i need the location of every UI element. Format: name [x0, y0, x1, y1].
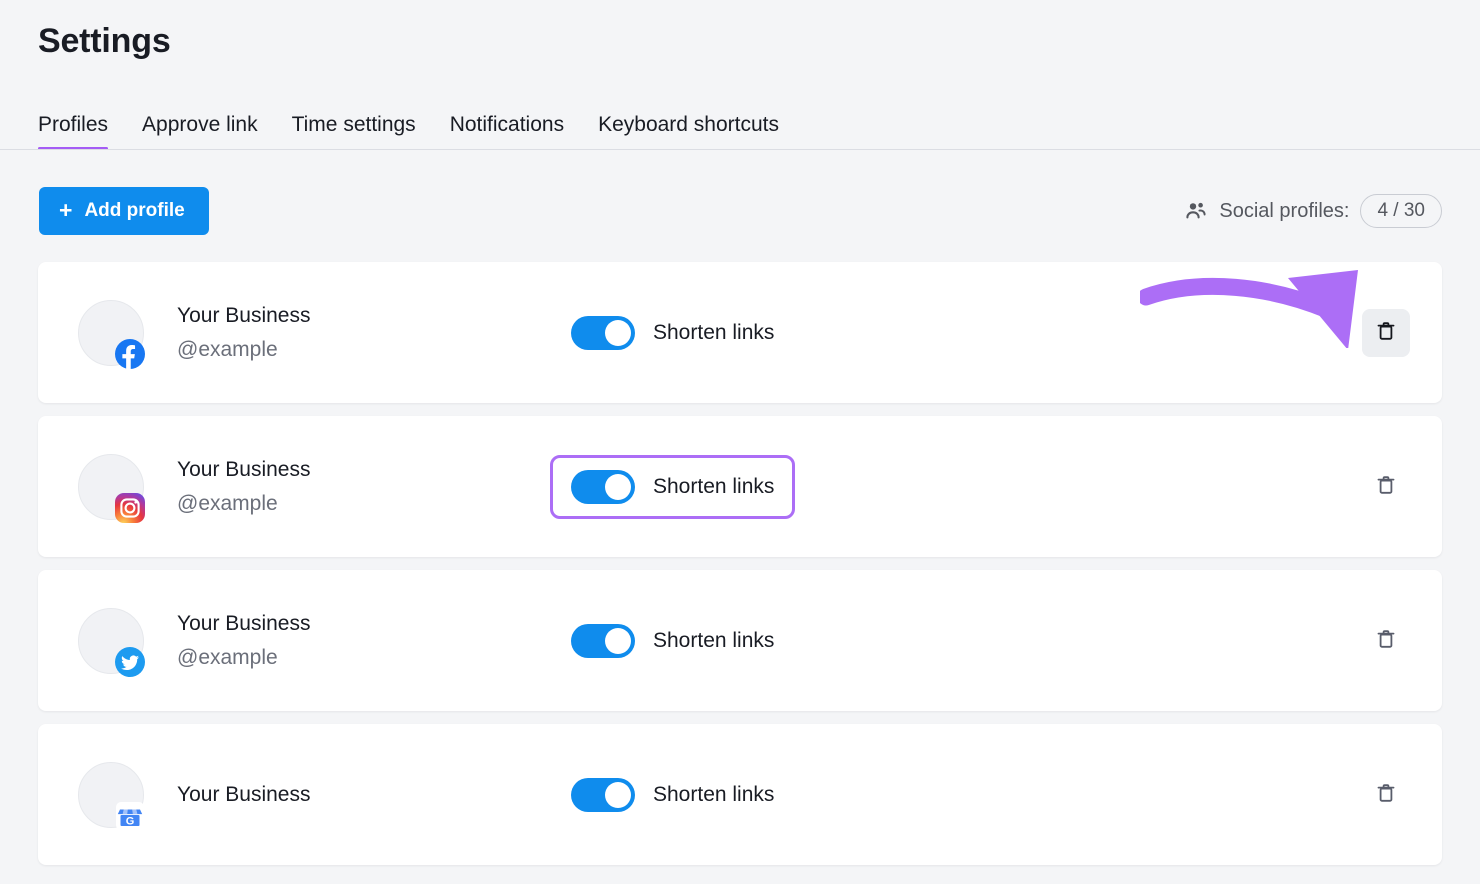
profiles-list: Your Business @example Shorten links — [38, 262, 1442, 878]
add-profile-button[interactable]: + Add profile — [39, 187, 209, 235]
settings-page: Settings Profiles Approve link Time sett… — [0, 0, 1480, 884]
svg-text:G: G — [126, 815, 135, 827]
trash-icon — [1374, 781, 1398, 808]
trash-icon — [1374, 627, 1398, 654]
avatar — [78, 608, 144, 674]
twitter-icon — [114, 646, 146, 678]
profile-row-google-business[interactable]: G Your Business Shorten links — [38, 724, 1442, 865]
shorten-links-toggle[interactable] — [571, 624, 635, 658]
profile-handle: @example — [177, 490, 477, 518]
profile-row-twitter[interactable]: Your Business @example Shorten links — [38, 570, 1442, 711]
profile-handle: @example — [177, 644, 477, 672]
tab-approve-link[interactable]: Approve link — [142, 112, 258, 150]
tab-keyboard-shortcuts[interactable]: Keyboard shortcuts — [598, 112, 779, 150]
tab-notifications[interactable]: Notifications — [450, 112, 564, 150]
shorten-links-group: Shorten links — [550, 455, 795, 519]
shorten-links-label: Shorten links — [653, 474, 774, 500]
avatar: G — [78, 762, 144, 828]
toggle-knob — [605, 628, 631, 654]
profile-name: Your Business — [177, 610, 477, 638]
avatar — [78, 300, 144, 366]
tab-profiles[interactable]: Profiles — [38, 112, 108, 150]
delete-profile-button[interactable] — [1362, 309, 1410, 357]
page-title: Settings — [38, 20, 171, 62]
facebook-icon — [114, 338, 146, 370]
social-profiles-counter: Social profiles: 4 / 30 — [1184, 192, 1442, 230]
shorten-links-toggle[interactable] — [571, 316, 635, 350]
toggle-knob — [605, 782, 631, 808]
plus-icon: + — [59, 199, 72, 222]
shorten-links-label: Shorten links — [653, 782, 774, 808]
profile-name: Your Business — [177, 302, 477, 330]
trash-icon — [1374, 473, 1398, 500]
settings-tabs: Profiles Approve link Time settings Noti… — [38, 102, 779, 150]
shorten-links-label: Shorten links — [653, 628, 774, 654]
delete-profile-button[interactable] — [1362, 463, 1410, 511]
delete-profile-button[interactable] — [1362, 771, 1410, 819]
profile-names: Your Business @example — [177, 456, 477, 518]
tab-time-settings[interactable]: Time settings — [292, 112, 416, 150]
profile-handle: @example — [177, 336, 477, 364]
avatar — [78, 454, 144, 520]
toggle-knob — [605, 320, 631, 346]
delete-profile-button[interactable] — [1362, 617, 1410, 665]
shorten-links-group: Shorten links — [550, 763, 795, 827]
shorten-links-label: Shorten links — [653, 320, 774, 346]
profile-names: Your Business @example — [177, 610, 477, 672]
shorten-links-group: Shorten links — [550, 609, 795, 673]
toggle-knob — [605, 474, 631, 500]
shorten-links-toggle[interactable] — [571, 470, 635, 504]
shorten-links-toggle[interactable] — [571, 778, 635, 812]
profile-names: Your Business — [177, 781, 477, 809]
tabs-divider — [0, 149, 1480, 150]
profile-name: Your Business — [177, 456, 477, 484]
google-business-icon: G — [114, 800, 146, 832]
counter-label: Social profiles: — [1219, 199, 1349, 223]
profile-row-facebook[interactable]: Your Business @example Shorten links — [38, 262, 1442, 403]
shorten-links-group: Shorten links — [550, 301, 795, 365]
counter-value-pill: 4 / 30 — [1360, 194, 1442, 228]
trash-icon — [1374, 319, 1398, 346]
profile-names: Your Business @example — [177, 302, 477, 364]
profile-row-instagram[interactable]: Your Business @example Shorten links — [38, 416, 1442, 557]
people-icon — [1184, 199, 1208, 223]
profile-name: Your Business — [177, 781, 477, 809]
instagram-icon — [114, 492, 146, 524]
add-profile-label: Add profile — [84, 200, 184, 222]
